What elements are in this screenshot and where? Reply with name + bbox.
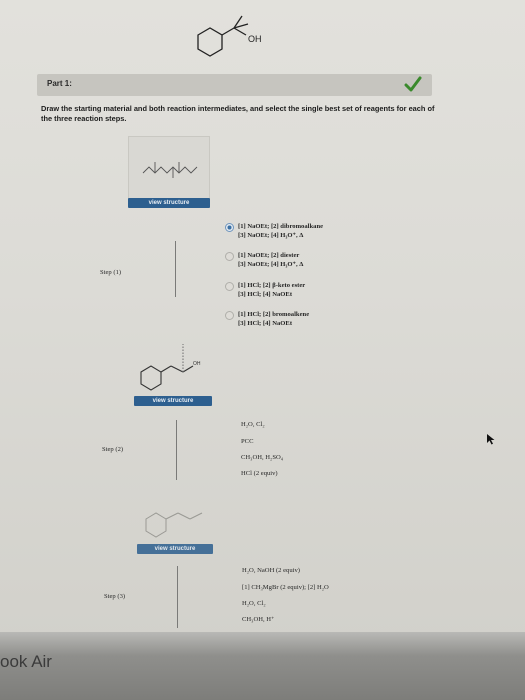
step1-option-4-line1: [1] HCl; [2] bromoalkene — [238, 311, 310, 318]
laptop-bezel — [0, 632, 525, 700]
starting-material-structure — [142, 162, 198, 178]
part-title: Part 1: — [47, 79, 72, 88]
step1-option-4-line2: [3] HCl; [4] NaOEt — [238, 320, 293, 327]
step1-option-4-radio[interactable] — [225, 311, 234, 320]
step1-label: Step (1) — [100, 269, 122, 276]
step3-arrow — [177, 566, 178, 628]
step3-option-2[interactable]: [1] CH₃MgBr (2 equiv); [2] H₂O — [242, 583, 329, 592]
step2-arrow — [176, 420, 177, 480]
instructions-text: Draw the starting material and both reac… — [41, 104, 435, 123]
step1-option-3-radio[interactable] — [225, 282, 234, 291]
cursor-icon — [487, 434, 495, 445]
step3-option-3[interactable]: H₂O, Cl₂ — [242, 599, 266, 608]
starting-material-box[interactable] — [128, 136, 210, 200]
intermediate1-box[interactable]: OH — [134, 335, 214, 395]
step1-option-1[interactable]: [1] NaOEt; [2] dibromoalkane [3] NaOEt; … — [238, 222, 323, 240]
step1-option-1-radio[interactable] — [225, 223, 234, 232]
step2-label: Step (2) — [102, 446, 124, 453]
step2-option-3[interactable]: CH₃OH, H₂SO₄ — [241, 453, 283, 462]
screen: OH Part 1: Draw the starting material an… — [0, 0, 525, 640]
step3-option-4[interactable]: CH₃OH, H⁺ — [242, 615, 275, 624]
view-structure-button-3[interactable]: view structure — [137, 544, 213, 554]
step2-option-1[interactable]: H₂O, Cl₂ — [241, 420, 265, 429]
step1-option-2-radio[interactable] — [225, 252, 234, 261]
step1-option-3[interactable]: [1] HCl; [2] β-keto ester [3] HCl; [4] N… — [238, 281, 305, 299]
intermediate1-structure: OH — [140, 344, 201, 391]
step1-option-4[interactable]: [1] HCl; [2] bromoalkene [3] HCl; [4] Na… — [238, 310, 309, 328]
bezel-label: ook Air — [0, 652, 52, 671]
step1-option-1-line1: [1] NaOEt; [2] dibromoalkane — [238, 223, 324, 230]
intermediate2-box[interactable] — [135, 488, 215, 540]
step1-option-3-line1: [1] HCl; [2] β-keto ester — [238, 282, 306, 289]
product-structure: OH — [197, 15, 262, 57]
part-header[interactable]: Part 1: — [37, 74, 432, 96]
product-oh-label: OH — [248, 34, 262, 44]
step1-arrow — [175, 241, 176, 297]
step1-option-1-line2: [3] NaOEt; [4] H₃O⁺, Δ — [238, 232, 304, 239]
step1-option-2[interactable]: [1] NaOEt; [2] diester [3] NaOEt; [4] H₃… — [238, 251, 303, 269]
step1-option-3-line2: [3] HCl; [4] NaOEt — [238, 291, 293, 298]
view-structure-button-2[interactable]: view structure — [134, 396, 212, 406]
step2-option-4[interactable]: HCl (2 equiv) — [241, 469, 278, 478]
intermediate2-structure — [145, 512, 203, 538]
intermediate1-oh-label: OH — [193, 361, 201, 367]
step1-option-2-line2: [3] NaOEt; [4] H₃O⁺, Δ — [238, 261, 304, 268]
step3-option-1[interactable]: H₂O, NaOH (2 equiv) — [242, 566, 300, 575]
step2-option-2[interactable]: PCC — [241, 437, 253, 446]
view-structure-button-1[interactable]: view structure — [128, 198, 210, 208]
check-icon — [404, 76, 422, 92]
step3-label: Step (3) — [104, 593, 126, 600]
step1-option-2-line1: [1] NaOEt; [2] diester — [238, 252, 300, 259]
